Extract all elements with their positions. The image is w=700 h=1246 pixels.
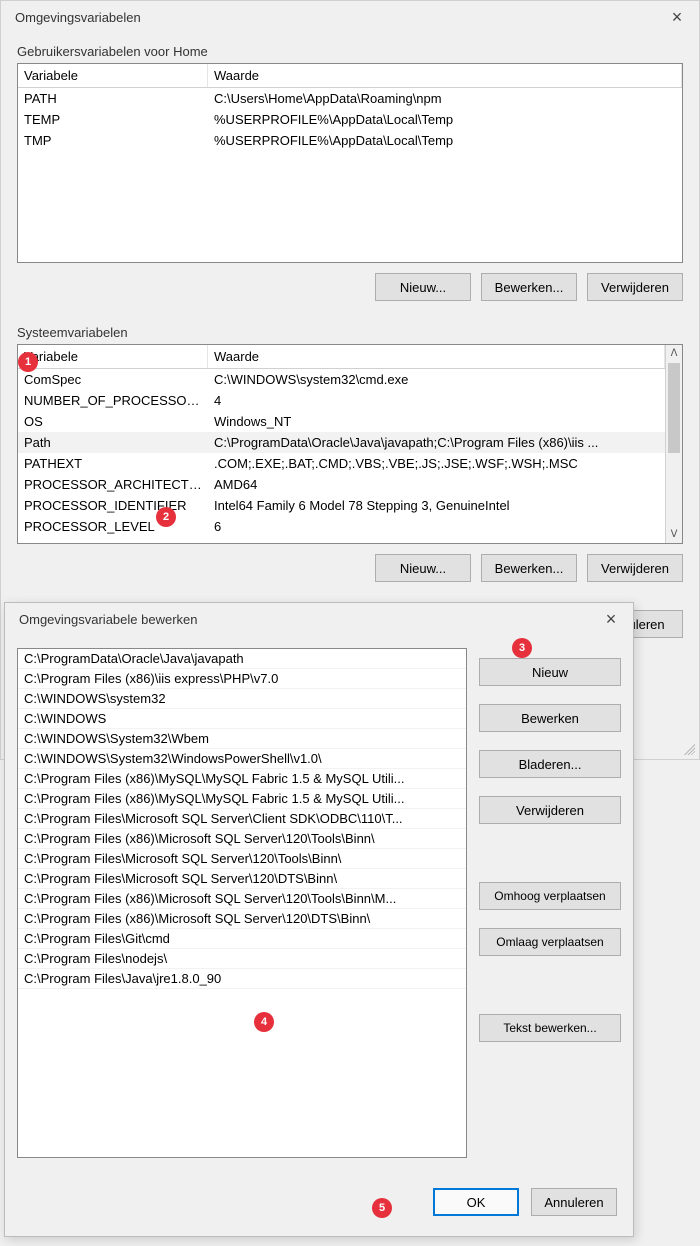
cell-var: PROCESSOR_LEVEL <box>18 517 208 536</box>
list-item[interactable]: C:\Program Files (x86)\Microsoft SQL Ser… <box>18 829 466 849</box>
user-vars-header: Variabele Waarde <box>18 64 682 88</box>
cell-val: C:\WINDOWS\system32\cmd.exe <box>208 370 665 389</box>
list-item[interactable]: C:\Program Files (x86)\Microsoft SQL Ser… <box>18 909 466 929</box>
system-vars-group: Systeemvariabelen Variabele Waarde ComSp… <box>17 325 683 544</box>
close-icon[interactable]: × <box>599 609 623 630</box>
cell-val: %USERPROFILE%\AppData\Local\Temp <box>208 131 682 150</box>
sys-delete-button[interactable]: Verwijderen <box>587 554 683 582</box>
list-item[interactable]: C:\Program Files\nodejs\ <box>18 949 466 969</box>
cell-val: Windows_NT <box>208 412 665 431</box>
cell-var: NUMBER_OF_PROCESSORS <box>18 391 208 410</box>
user-edit-button[interactable]: Bewerken... <box>481 273 577 301</box>
list-item[interactable]: C:\Program Files (x86)\MySQL\MySQL Fabri… <box>18 769 466 789</box>
path-entries-list[interactable]: C:\ProgramData\Oracle\Java\javapathC:\Pr… <box>17 648 467 1158</box>
table-row[interactable]: ComSpecC:\WINDOWS\system32\cmd.exe <box>18 369 665 390</box>
dialog-title: Omgevingsvariabelen <box>15 10 141 25</box>
edit-cancel-button[interactable]: Annuleren <box>531 1188 617 1216</box>
edit-new-button[interactable]: Nieuw <box>479 658 621 686</box>
list-item[interactable]: C:\Program Files (x86)\MySQL\MySQL Fabri… <box>18 789 466 809</box>
cell-val: 4 <box>208 391 665 410</box>
edit-dialog-title: Omgevingsvariabele bewerken <box>19 612 197 627</box>
system-vars-header: Variabele Waarde <box>18 345 682 369</box>
list-item[interactable]: C:\WINDOWS\System32\Wbem <box>18 729 466 749</box>
scroll-up-icon[interactable]: ᐱ <box>666 345 682 362</box>
sys-edit-button[interactable]: Bewerken... <box>481 554 577 582</box>
table-row[interactable]: TEMP%USERPROFILE%\AppData\Local\Temp <box>18 109 682 130</box>
user-vars-label: Gebruikersvariabelen voor Home <box>17 44 683 59</box>
list-item[interactable]: C:\Program Files\Microsoft SQL Server\12… <box>18 849 466 869</box>
edit-browse-button[interactable]: Bladeren... <box>479 750 621 778</box>
user-delete-button[interactable]: Verwijderen <box>587 273 683 301</box>
cell-val: AMD64 <box>208 475 665 494</box>
edit-text-button[interactable]: Tekst bewerken... <box>479 1014 621 1042</box>
edit-footer-buttons: OK Annuleren <box>5 1176 633 1228</box>
cell-var: OS <box>18 412 208 431</box>
cell-val: C:\Users\Home\AppData\Roaming\npm <box>208 89 682 108</box>
cell-var: Path <box>18 433 208 452</box>
table-row[interactable]: OSWindows_NT <box>18 411 665 432</box>
edit-side-buttons: Nieuw Bewerken Bladeren... Verwijderen O… <box>479 648 621 1176</box>
cell-val: Intel64 Family 6 Model 78 Stepping 3, Ge… <box>208 496 665 515</box>
list-item[interactable]: C:\Program Files\Java\jre1.8.0_90 <box>18 969 466 989</box>
cell-var: PATH <box>18 89 208 108</box>
table-row[interactable]: PROCESSOR_IDENTIFIERIntel64 Family 6 Mod… <box>18 495 665 516</box>
list-item[interactable]: C:\Program Files\Microsoft SQL Server\12… <box>18 869 466 889</box>
resize-grip-icon[interactable] <box>681 741 695 755</box>
table-row[interactable]: PATHC:\Users\Home\AppData\Roaming\npm <box>18 88 682 109</box>
system-vars-label: Systeemvariabelen <box>17 325 683 340</box>
cell-var: PATHEXT <box>18 454 208 473</box>
list-item[interactable]: C:\ProgramData\Oracle\Java\javapath <box>18 649 466 669</box>
cell-var: TEMP <box>18 110 208 129</box>
edit-env-var-dialog: Omgevingsvariabele bewerken × C:\Program… <box>4 602 634 1237</box>
table-row[interactable]: PROCESSOR_ARCHITECTUREAMD64 <box>18 474 665 495</box>
sys-new-button[interactable]: Nieuw... <box>375 554 471 582</box>
col-value[interactable]: Waarde <box>208 64 682 87</box>
cell-var: PROCESSOR_IDENTIFIER <box>18 496 208 515</box>
list-item[interactable]: C:\Program Files\Microsoft SQL Server\Cl… <box>18 809 466 829</box>
table-row[interactable]: TMP%USERPROFILE%\AppData\Local\Temp <box>18 130 682 151</box>
table-row[interactable]: NUMBER_OF_PROCESSORS4 <box>18 390 665 411</box>
scrollbar[interactable]: ᐱ ᐯ <box>665 345 682 543</box>
move-down-button[interactable]: Omlaag verplaatsen <box>479 928 621 956</box>
user-vars-group: Gebruikersvariabelen voor Home Variabele… <box>17 44 683 263</box>
user-vars-buttons: Nieuw... Bewerken... Verwijderen <box>17 273 683 301</box>
cell-val: .COM;.EXE;.BAT;.CMD;.VBS;.VBE;.JS;.JSE;.… <box>208 454 665 473</box>
list-item[interactable]: C:\Program Files (x86)\Microsoft SQL Ser… <box>18 889 466 909</box>
system-vars-buttons: Nieuw... Bewerken... Verwijderen <box>17 554 683 582</box>
cell-var: TMP <box>18 131 208 150</box>
col-value[interactable]: Waarde <box>208 345 665 368</box>
list-item[interactable]: C:\WINDOWS\system32 <box>18 689 466 709</box>
scroll-thumb[interactable] <box>668 363 680 453</box>
col-variable[interactable]: Variabele <box>18 64 208 87</box>
col-variable[interactable]: Variabele <box>18 345 208 368</box>
move-up-button[interactable]: Omhoog verplaatsen <box>479 882 621 910</box>
cell-var: ComSpec <box>18 370 208 389</box>
edit-ok-button[interactable]: OK <box>433 1188 519 1216</box>
list-item[interactable]: C:\WINDOWS <box>18 709 466 729</box>
list-item[interactable]: C:\WINDOWS\System32\WindowsPowerShell\v1… <box>18 749 466 769</box>
user-new-button[interactable]: Nieuw... <box>375 273 471 301</box>
cell-var: PROCESSOR_ARCHITECTURE <box>18 475 208 494</box>
table-row[interactable]: PathC:\ProgramData\Oracle\Java\javapath;… <box>18 432 665 453</box>
cell-val: 6 <box>208 517 665 536</box>
user-vars-table[interactable]: Variabele Waarde PATHC:\Users\Home\AppDa… <box>17 63 683 263</box>
dialog-titlebar: Omgevingsvariabelen × <box>1 1 699 34</box>
cell-val: %USERPROFILE%\AppData\Local\Temp <box>208 110 682 129</box>
system-vars-table[interactable]: Variabele Waarde ComSpecC:\WINDOWS\syste… <box>17 344 683 544</box>
close-icon[interactable]: × <box>665 7 689 28</box>
scroll-down-icon[interactable]: ᐯ <box>666 526 682 543</box>
edit-delete-button[interactable]: Verwijderen <box>479 796 621 824</box>
table-row[interactable]: PATHEXT.COM;.EXE;.BAT;.CMD;.VBS;.VBE;.JS… <box>18 453 665 474</box>
list-item[interactable]: C:\Program Files (x86)\iis express\PHP\v… <box>18 669 466 689</box>
edit-dialog-titlebar: Omgevingsvariabele bewerken × <box>5 603 633 636</box>
edit-edit-button[interactable]: Bewerken <box>479 704 621 732</box>
cell-val: C:\ProgramData\Oracle\Java\javapath;C:\P… <box>208 433 665 452</box>
list-item[interactable]: C:\Program Files\Git\cmd <box>18 929 466 949</box>
table-row[interactable]: PROCESSOR_LEVEL6 <box>18 516 665 537</box>
